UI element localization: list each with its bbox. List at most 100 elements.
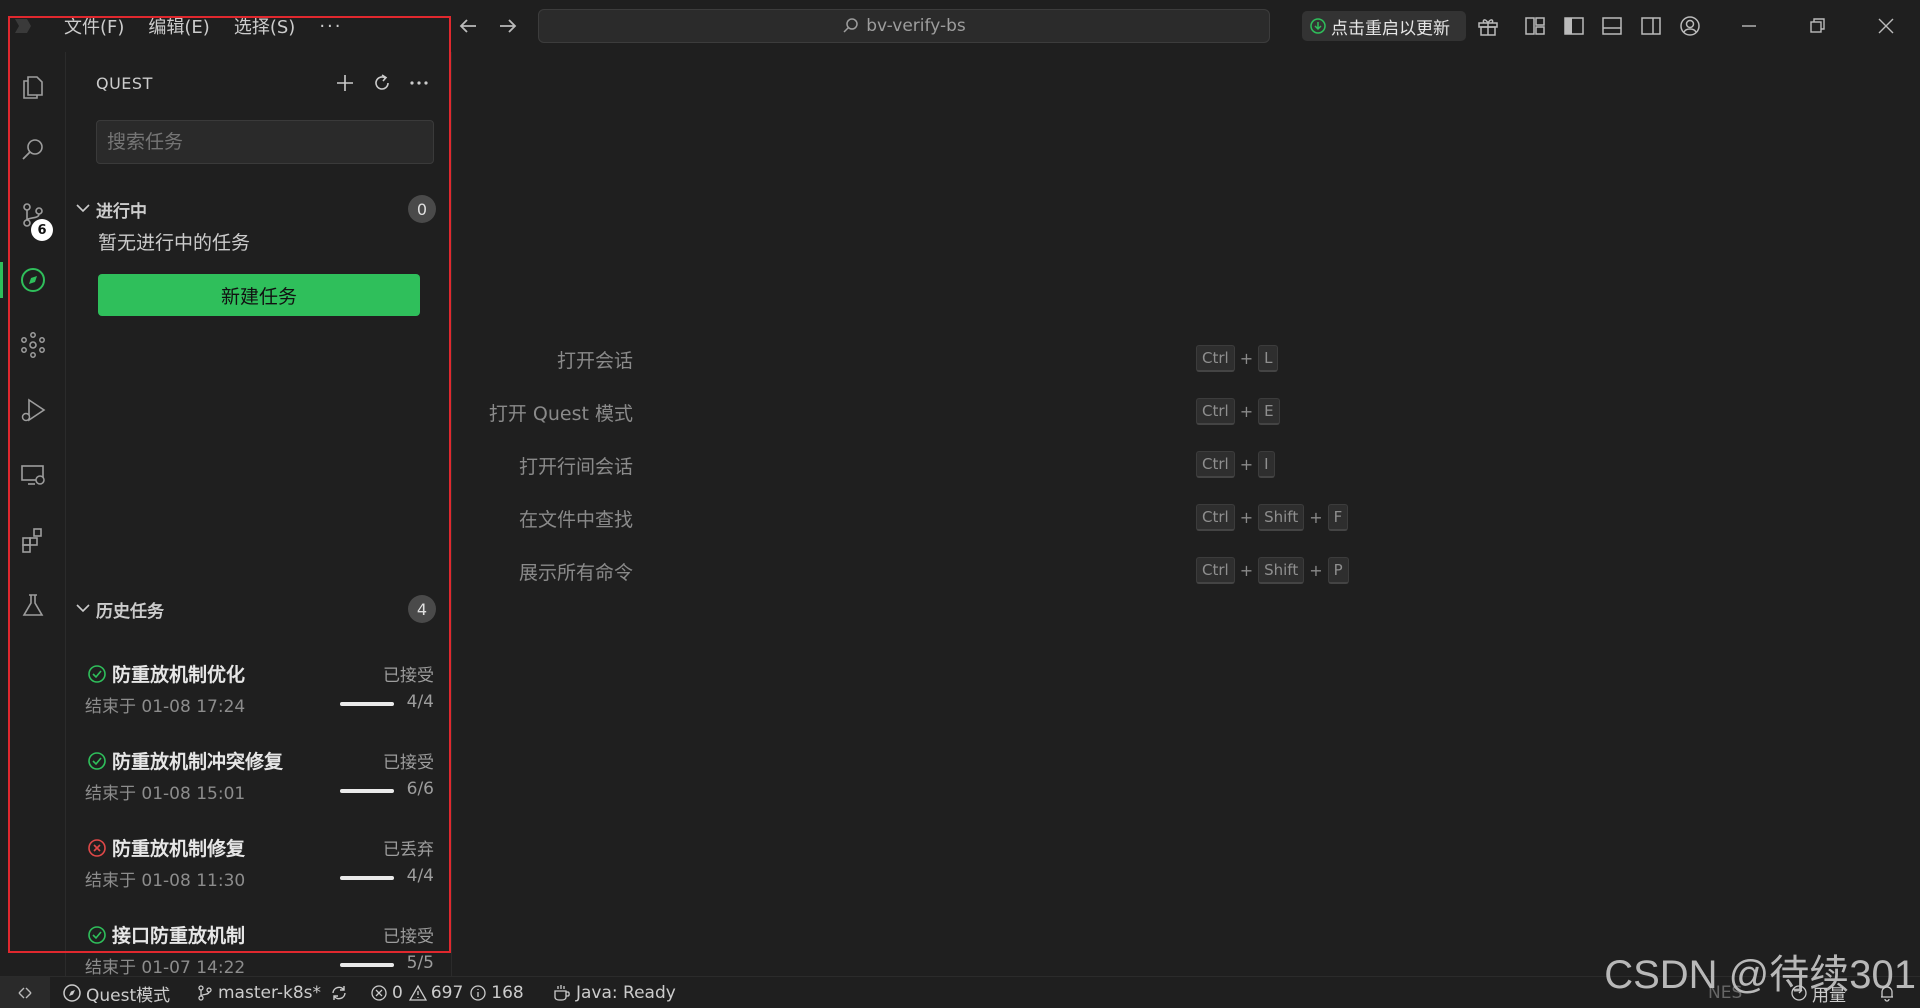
app-logo-icon <box>15 19 31 33</box>
menu-file[interactable]: 文件(F) <box>64 13 124 39</box>
menu-selection[interactable]: 选择(S) <box>234 13 295 39</box>
task-progress-bar <box>340 702 394 706</box>
section-history[interactable]: 历史任务 4 <box>66 591 452 627</box>
activity-explorer[interactable] <box>0 57 66 113</box>
task-end-time: 结束于 01-07 14:22 <box>85 958 246 978</box>
quest-sidebar: QUEST 进行中 0 暂无进行中的任务 新建任务 <box>66 52 452 978</box>
remote-icon <box>18 987 32 999</box>
menu-edit[interactable]: 编辑(E) <box>148 13 209 39</box>
layout-customize-icon[interactable] <box>1523 14 1547 38</box>
warning-count: 697 <box>430 983 464 1003</box>
plus-sign: + <box>1309 561 1323 580</box>
restart-update-button[interactable]: 点击重启以更新 <box>1302 11 1466 41</box>
task-progress-bar <box>340 789 394 793</box>
sidebar-more-button[interactable] <box>406 70 432 96</box>
search-icon <box>843 18 858 33</box>
plus-icon <box>337 75 353 91</box>
keycap: Shift <box>1258 557 1305 584</box>
run-debug-icon <box>21 398 46 422</box>
files-icon <box>23 76 43 99</box>
quest-compass-icon <box>21 268 45 292</box>
task-state: 已接受 <box>383 927 434 947</box>
shortcut-label: 打开行间会话 <box>518 456 633 478</box>
plus-sign: + <box>1239 402 1254 421</box>
activity-testing[interactable] <box>0 577 66 633</box>
keycap: Ctrl <box>1196 451 1235 478</box>
source-control-badge: 6 <box>31 219 53 241</box>
gift-icon[interactable] <box>1476 14 1500 38</box>
keycap: F <box>1327 504 1349 531</box>
activity-remote-explorer[interactable] <box>0 447 66 503</box>
activity-quest[interactable] <box>0 252 66 308</box>
plus-sign: + <box>1239 455 1254 474</box>
shortcut-keys: Ctrl + L <box>1196 345 1279 372</box>
history-task-item[interactable]: 防重放机制修复 已丢弃 结束于 01-08 11:30 4/4 <box>66 824 452 908</box>
activity-bar: 6 <box>0 52 66 976</box>
task-state: 已接受 <box>383 666 434 686</box>
restore-icon[interactable] <box>1805 14 1829 38</box>
remote-indicator-button[interactable] <box>0 977 50 1008</box>
problems-status[interactable]: 0 697 168 <box>370 977 524 1008</box>
task-end-time: 结束于 01-08 11:30 <box>85 871 246 891</box>
quest-mode-label: Quest模式 <box>86 985 171 1006</box>
back-arrow-icon[interactable] <box>456 14 480 38</box>
shortcut-keys: Ctrl + I <box>1196 451 1275 478</box>
shortcut-keys: Ctrl + Shift + F <box>1196 504 1349 531</box>
check-circle-icon <box>88 665 106 683</box>
activity-agents[interactable] <box>0 317 66 373</box>
title-bar: 文件(F) 编辑(E) 选择(S) ··· bv-verify-bs 点击重启以… <box>0 0 1920 52</box>
activity-source-control[interactable]: 6 <box>0 187 66 243</box>
activity-run-debug[interactable] <box>0 382 66 438</box>
refresh-button[interactable] <box>369 70 395 96</box>
chevron-down-icon <box>76 204 90 213</box>
minimize-icon[interactable] <box>1737 14 1761 38</box>
command-center-search[interactable]: bv-verify-bs <box>538 9 1270 43</box>
menu-more-button[interactable]: ··· <box>319 16 342 37</box>
task-search-input[interactable] <box>96 120 434 164</box>
task-end-time: 结束于 01-08 17:24 <box>85 697 246 717</box>
shortcut-row: 打开会话 Ctrl + L <box>452 343 1920 373</box>
section-in-progress[interactable]: 进行中 0 <box>66 191 452 227</box>
compass-icon <box>63 984 81 1002</box>
plus-sign: + <box>1239 508 1254 527</box>
shortcut-keys: Ctrl + Shift + P <box>1196 557 1349 584</box>
branch-status[interactable]: master-k8s* <box>196 977 353 1008</box>
forward-arrow-icon[interactable] <box>496 14 520 38</box>
search-icon <box>22 139 43 160</box>
shortcut-row: 在文件中查找 Ctrl + Shift + F <box>452 502 1920 532</box>
shortcut-row: 打开 Quest 模式 Ctrl + E <box>452 396 1920 426</box>
error-icon <box>371 985 387 1001</box>
section-in-progress-label: 进行中 <box>96 202 147 222</box>
shortcut-keys: Ctrl + E <box>1196 398 1280 425</box>
toggle-panel-icon[interactable] <box>1600 14 1624 38</box>
task-progress-bar <box>340 963 394 967</box>
history-task-item[interactable]: 防重放机制冲突修复 已接受 结束于 01-08 15:01 6/6 <box>66 737 452 821</box>
new-quest-button[interactable] <box>332 70 358 96</box>
agents-icon <box>21 332 45 358</box>
history-task-item[interactable]: 防重放机制优化 已接受 结束于 01-08 17:24 4/4 <box>66 650 452 734</box>
task-progress-count: 5/5 <box>406 953 434 973</box>
quest-mode-status[interactable]: Quest模式 <box>62 977 170 1008</box>
chevron-down-icon <box>76 604 90 613</box>
sidebar-title: QUEST <box>96 74 153 93</box>
check-circle-icon <box>88 752 106 770</box>
plus-sign: + <box>1309 508 1323 527</box>
account-icon[interactable] <box>1678 14 1702 38</box>
java-status[interactable]: Java: Ready <box>552 977 676 1008</box>
plus-sign: + <box>1239 561 1254 580</box>
toggle-primary-sidebar-icon[interactable] <box>1562 14 1586 38</box>
menu-bar: 文件(F) 编辑(E) 选择(S) ··· <box>64 0 342 52</box>
download-icon <box>1310 18 1326 34</box>
task-progress-count: 4/4 <box>406 692 434 712</box>
keycap: L <box>1258 345 1279 372</box>
sync-icon <box>332 986 346 1000</box>
new-task-button[interactable]: 新建任务 <box>98 274 420 316</box>
close-icon[interactable] <box>1874 14 1898 38</box>
toggle-secondary-sidebar-icon[interactable] <box>1639 14 1663 38</box>
activity-extensions[interactable] <box>0 512 66 568</box>
warning-icon <box>408 984 427 1001</box>
git-branch-icon <box>198 985 212 1001</box>
activity-search[interactable] <box>0 122 66 178</box>
sidebar-header: QUEST <box>66 52 452 114</box>
shortcut-label: 打开会话 <box>556 350 633 372</box>
